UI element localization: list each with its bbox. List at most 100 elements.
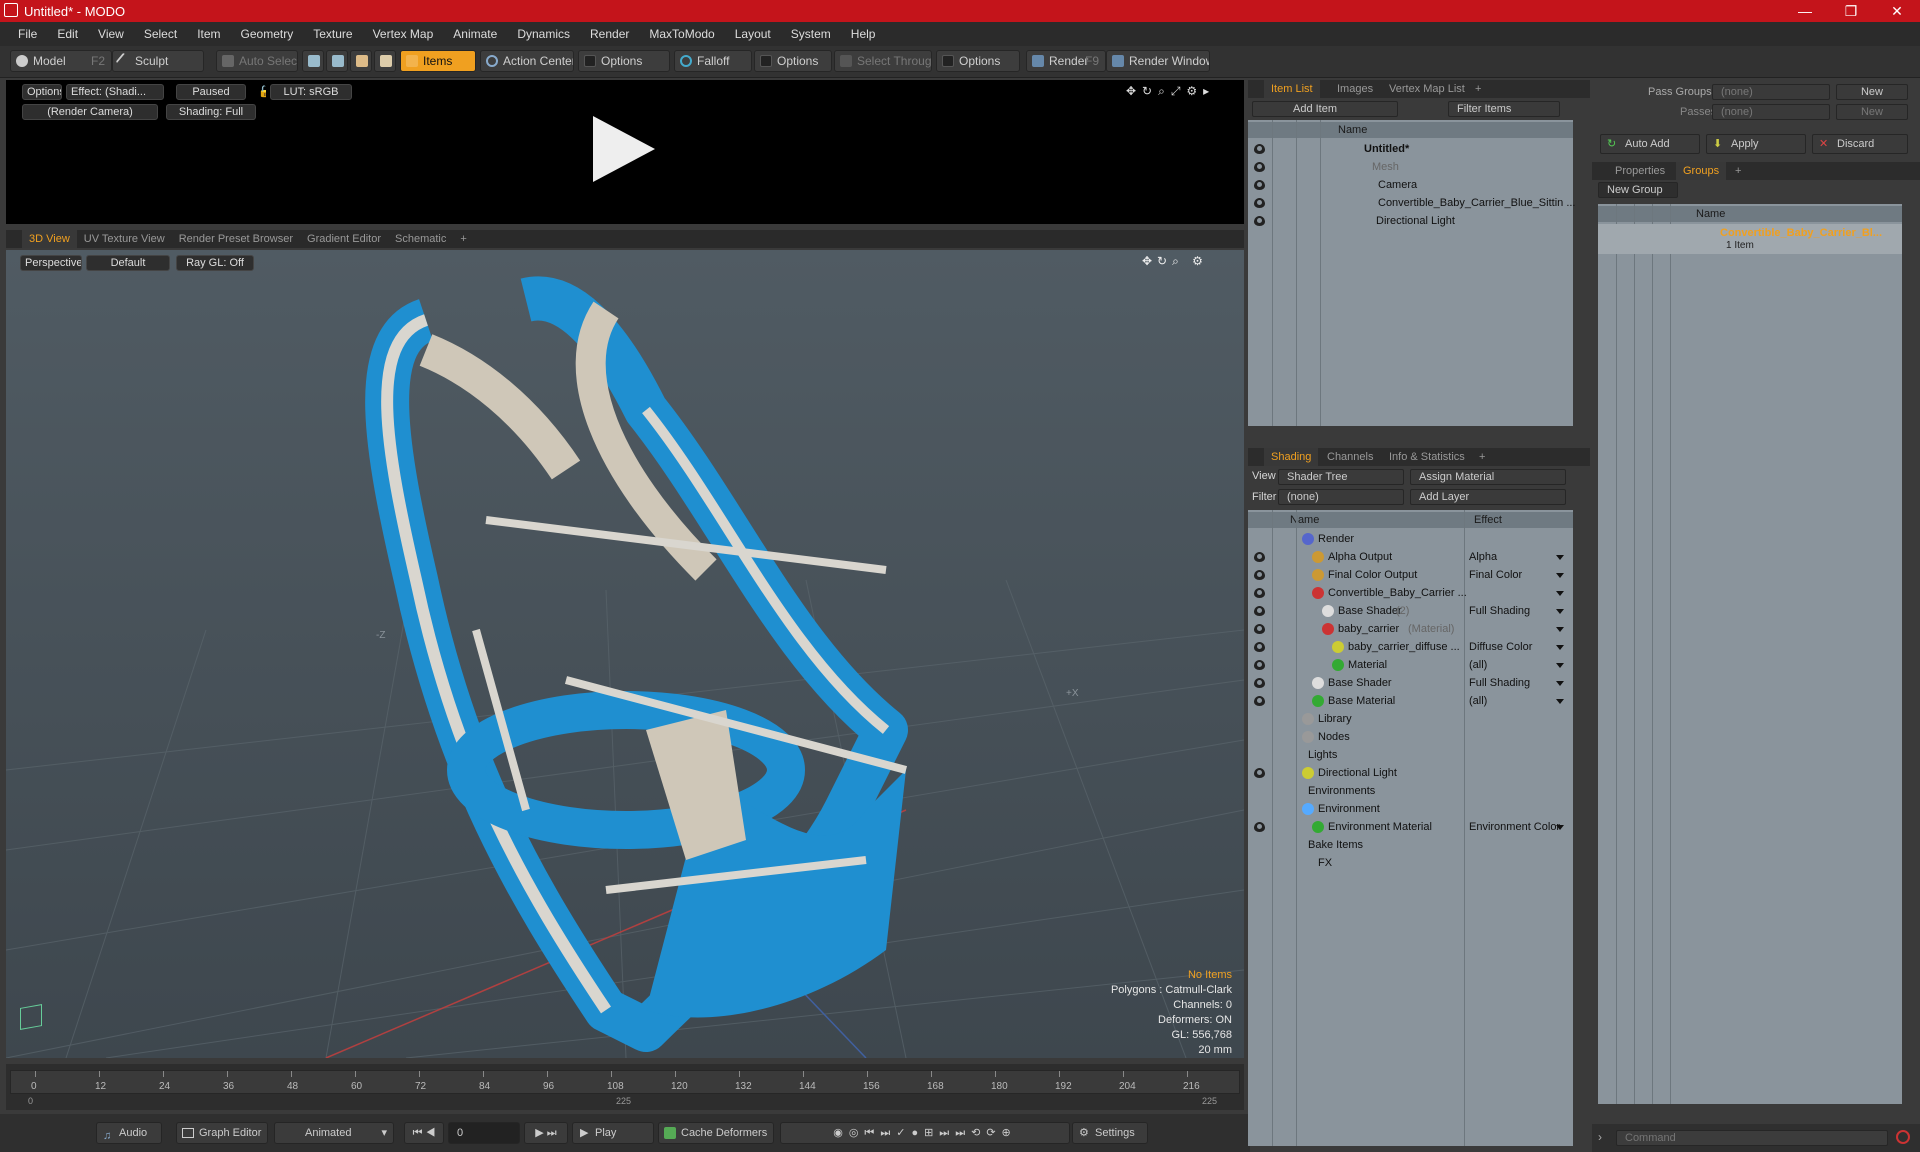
item-row-light[interactable]: Directional Light: [1248, 212, 1455, 230]
filter-dropdown[interactable]: (none): [1278, 489, 1404, 505]
item-row-scene[interactable]: Untitled*: [1248, 140, 1409, 158]
cache-deformers-button[interactable]: Cache Deformers: [658, 1122, 774, 1144]
tab-item-list[interactable]: Item List: [1264, 80, 1320, 98]
close-button[interactable]: ✕: [1874, 0, 1920, 22]
shader-row[interactable]: Lights: [1248, 746, 1573, 764]
shader-row-effect[interactable]: (all): [1469, 692, 1569, 710]
add-tab-button[interactable]: +: [453, 230, 473, 248]
visibility-eye-icon[interactable]: [1254, 678, 1265, 688]
shader-row[interactable]: Alpha Output Alpha: [1248, 548, 1573, 566]
shader-row[interactable]: Base Shader (2) Full Shading: [1248, 602, 1573, 620]
menu-render[interactable]: Render: [580, 27, 639, 41]
menu-layout[interactable]: Layout: [725, 27, 781, 41]
tab-shading[interactable]: Shading: [1264, 448, 1319, 466]
chevron-down-icon[interactable]: [1556, 699, 1564, 704]
render-window-button[interactable]: Render Window: [1106, 50, 1210, 72]
command-input[interactable]: [1616, 1130, 1888, 1146]
timeline[interactable]: 0 12 24 36 48 60 72 84 96 108 120 132 144 156 168 180 19…: [6, 1064, 1244, 1110]
chevron-down-icon[interactable]: [1556, 645, 1564, 650]
add-tab-button[interactable]: +: [1728, 162, 1748, 180]
visibility-eye-icon[interactable]: [1254, 180, 1265, 190]
menu-maxtomodo[interactable]: MaxToModo: [639, 27, 724, 41]
vertices-mode-button[interactable]: [302, 50, 324, 72]
add-tab-button[interactable]: +: [1468, 80, 1488, 98]
visibility-eye-icon[interactable]: [1254, 642, 1265, 652]
menu-help[interactable]: Help: [841, 27, 886, 41]
chevron-down-icon[interactable]: [1556, 555, 1564, 560]
preview-paused-toggle[interactable]: Paused: [176, 84, 246, 100]
settings-button[interactable]: ⚙ Settings: [1072, 1122, 1148, 1144]
timeline-ruler[interactable]: 0 12 24 36 48 60 72 84 96 108 120 132 144 156 168 180 19…: [10, 1070, 1240, 1094]
edges-mode-button[interactable]: [326, 50, 348, 72]
baby-carrier-model[interactable]: [6, 250, 1244, 1058]
shader-row-effect[interactable]: Alpha: [1469, 548, 1569, 566]
auto-select-button[interactable]: Auto Select: [216, 50, 298, 72]
visibility-eye-icon[interactable]: [1254, 606, 1265, 616]
item-row-carrier[interactable]: Convertible_Baby_Carrier_Blue_Sittin ...: [1248, 194, 1576, 212]
new-pass-group-button[interactable]: New: [1836, 84, 1908, 100]
add-layer-dropdown[interactable]: Add Layer: [1410, 489, 1566, 505]
shader-row-effect[interactable]: Diffuse Color: [1469, 638, 1569, 656]
shader-row[interactable]: Environments: [1248, 782, 1573, 800]
visibility-eye-icon[interactable]: [1254, 768, 1265, 778]
shading-default-dropdown[interactable]: Default: [86, 255, 170, 271]
chevron-down-icon[interactable]: [1556, 681, 1564, 686]
shader-row[interactable]: Base Shader Full Shading: [1248, 674, 1573, 692]
transport-skip-forward-icon[interactable]: ▶ ⏭: [524, 1122, 568, 1144]
falloff-options-button[interactable]: Options: [754, 50, 832, 72]
chevron-down-icon[interactable]: [1556, 627, 1564, 632]
visibility-eye-icon[interactable]: [1254, 624, 1265, 634]
lock-icon[interactable]: 🔓: [254, 85, 266, 101]
preview-lut-dropdown[interactable]: LUT: sRGB: [270, 84, 352, 100]
pass-groups-dropdown[interactable]: (none): [1712, 84, 1830, 100]
tab-uv-texture-view[interactable]: UV Texture View: [77, 230, 172, 248]
viewport-nav-icons[interactable]: ✥↻⌕ ⚙: [1142, 254, 1208, 269]
select-through-button[interactable]: Select Through: [834, 50, 932, 72]
render-button[interactable]: Render F9: [1026, 50, 1106, 72]
shader-row[interactable]: baby_carrier_diffuse ... Diffuse Color: [1248, 638, 1573, 656]
visibility-eye-icon[interactable]: [1254, 696, 1265, 706]
shader-row[interactable]: Final Color Output Final Color: [1248, 566, 1573, 584]
menu-animate[interactable]: Animate: [443, 27, 507, 41]
new-pass-button[interactable]: New: [1836, 104, 1908, 120]
maximize-button[interactable]: ❐: [1828, 0, 1874, 22]
item-row-mesh[interactable]: Mesh: [1248, 158, 1399, 176]
visibility-eye-icon[interactable]: [1254, 162, 1265, 172]
chevron-down-icon[interactable]: [1556, 825, 1564, 830]
preview-camera-dropdown[interactable]: (Render Camera): [22, 104, 158, 120]
assign-material-button[interactable]: Assign Material: [1410, 469, 1566, 485]
shader-row[interactable]: baby_carrier (Material): [1248, 620, 1573, 638]
shader-row-effect[interactable]: Final Color: [1469, 566, 1569, 584]
shader-row[interactable]: Environment Material Environment Color: [1248, 818, 1573, 836]
play-icon[interactable]: [593, 116, 655, 182]
menu-view[interactable]: View: [88, 27, 134, 41]
shader-row[interactable]: Bake Items: [1248, 836, 1573, 854]
key-tools-icons[interactable]: ◉◎⏮⏭✓●⊞⏭⏭⟲⟳⊕: [780, 1122, 1070, 1144]
minimize-button[interactable]: —: [1782, 0, 1828, 22]
chevron-down-icon[interactable]: [1556, 573, 1564, 578]
menu-texture[interactable]: Texture: [303, 27, 362, 41]
audio-button[interactable]: ♫ Audio: [96, 1122, 162, 1144]
model-mode-button[interactable]: Model F2: [10, 50, 112, 72]
menu-geometry[interactable]: Geometry: [231, 27, 304, 41]
visibility-eye-icon[interactable]: [1254, 198, 1265, 208]
tab-vertex-map-list[interactable]: Vertex Map List: [1382, 80, 1472, 98]
shader-row[interactable]: Nodes: [1248, 728, 1573, 746]
tab-groups[interactable]: Groups: [1676, 162, 1727, 180]
perspective-dropdown[interactable]: Perspective: [20, 255, 82, 271]
visibility-eye-icon[interactable]: [1254, 570, 1265, 580]
tab-3d-view[interactable]: 3D View: [22, 230, 77, 248]
shader-row-effect[interactable]: Full Shading: [1469, 602, 1569, 620]
shader-row[interactable]: Render: [1248, 530, 1573, 548]
visibility-eye-icon[interactable]: [1254, 822, 1265, 832]
shader-row[interactable]: Convertible_Baby_Carrier ...: [1248, 584, 1573, 602]
tab-info-statistics[interactable]: Info & Statistics: [1382, 448, 1472, 466]
discard-button[interactable]: ✕ Discard: [1812, 134, 1908, 154]
menu-select[interactable]: Select: [134, 27, 187, 41]
preview-nav-icons[interactable]: ✥↻⌕⤢⚙▸: [1126, 84, 1215, 99]
3d-viewport[interactable]: Perspective Default Ray GL: Off ✥↻⌕ ⚙ -Z…: [6, 250, 1244, 1058]
tab-images[interactable]: Images: [1330, 80, 1380, 98]
preview-effect-dropdown[interactable]: Effect: (Shadi...: [66, 84, 164, 100]
tab-render-preset-browser[interactable]: Render Preset Browser: [172, 230, 300, 248]
filter-items-input[interactable]: Filter Items: [1448, 101, 1560, 117]
